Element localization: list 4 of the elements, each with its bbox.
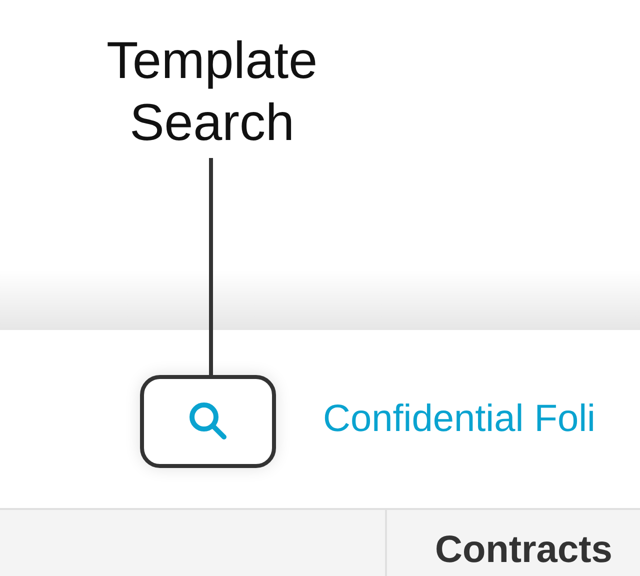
folder-link[interactable]: Confidential Foli xyxy=(323,398,596,440)
column-header: Contracts xyxy=(435,529,612,571)
callout-title: Template Search xyxy=(106,31,318,154)
search-button[interactable] xyxy=(140,374,276,468)
